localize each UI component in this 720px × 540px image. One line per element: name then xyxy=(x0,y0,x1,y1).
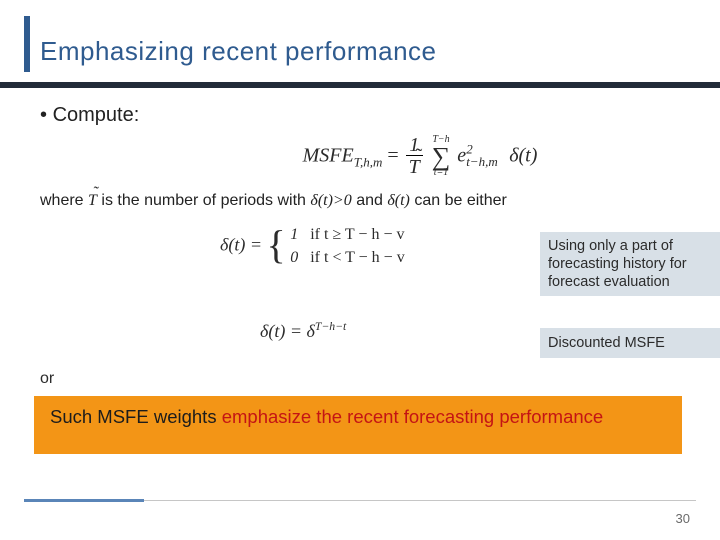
formula-msfe: MSFET,h,m = 1 T T−h ∑ t=1 e2t−h,m δ(t) xyxy=(160,135,680,178)
where-Ttilde: T xyxy=(88,192,97,210)
or-text: or xyxy=(40,370,680,388)
where-prefix: where xyxy=(40,192,88,209)
delta-lhs: δ(t) = xyxy=(220,235,267,255)
where-mid2: and xyxy=(356,192,387,209)
highlight-box: Such MSFE weights emphasize the recent f… xyxy=(34,396,682,454)
delta-tail: δ(t) xyxy=(509,144,537,166)
footer-accent xyxy=(24,499,144,502)
slide-number: 30 xyxy=(676,511,690,526)
case2-val: 0 xyxy=(290,249,298,266)
case1-cond: if t ≥ T − h − v xyxy=(310,226,404,243)
case2-cond: if t < T − h − v xyxy=(310,249,404,266)
msfe-sub: T,h,m xyxy=(354,154,383,169)
e-base: e xyxy=(457,144,466,166)
where-mid: is the number of periods with xyxy=(101,192,310,209)
e-sub: t−h,m xyxy=(466,154,498,169)
bullet-compute-text: Compute: xyxy=(53,104,140,126)
summation: T−h ∑ t=1 xyxy=(432,135,451,178)
delta-exp-sup: T−h−t xyxy=(315,320,346,333)
slide: Emphasizing recent performance • Compute… xyxy=(0,0,720,540)
title-accent-bar xyxy=(24,16,30,72)
delta-exp-formula: δ(t) = δT−h−t xyxy=(260,320,346,342)
highlight-red: emphasize the recent forecasting perform… xyxy=(222,406,604,427)
delta-exp-lhs: δ(t) = δ xyxy=(260,321,315,341)
where-suffix: can be either xyxy=(414,192,507,209)
case1-val: 1 xyxy=(290,226,298,243)
slide-title: Emphasizing recent performance xyxy=(40,36,437,67)
callout-discounted-msfe: Discounted MSFE xyxy=(540,328,720,358)
title-area: Emphasizing recent performance xyxy=(40,36,437,67)
bullet-compute: • Compute: xyxy=(40,104,680,127)
fraction-den: T xyxy=(409,156,420,178)
where-cond: δ(t)>0 xyxy=(310,192,351,209)
header-rule xyxy=(0,82,720,88)
fraction: 1 T xyxy=(406,135,423,178)
where-line: where T is the number of periods with δ(… xyxy=(40,192,680,210)
highlight-black: Such MSFE weights xyxy=(50,406,222,427)
callout-partial-history: Using only a part of forecasting history… xyxy=(540,232,720,296)
sum-lower: t=1 xyxy=(432,168,451,178)
where-dt: δ(t) xyxy=(387,192,410,209)
msfe-symbol: MSFE xyxy=(303,144,354,166)
delta-piecewise-formula: δ(t) = { 1 if t ≥ T − h − v 0 if t < T −… xyxy=(220,224,405,269)
